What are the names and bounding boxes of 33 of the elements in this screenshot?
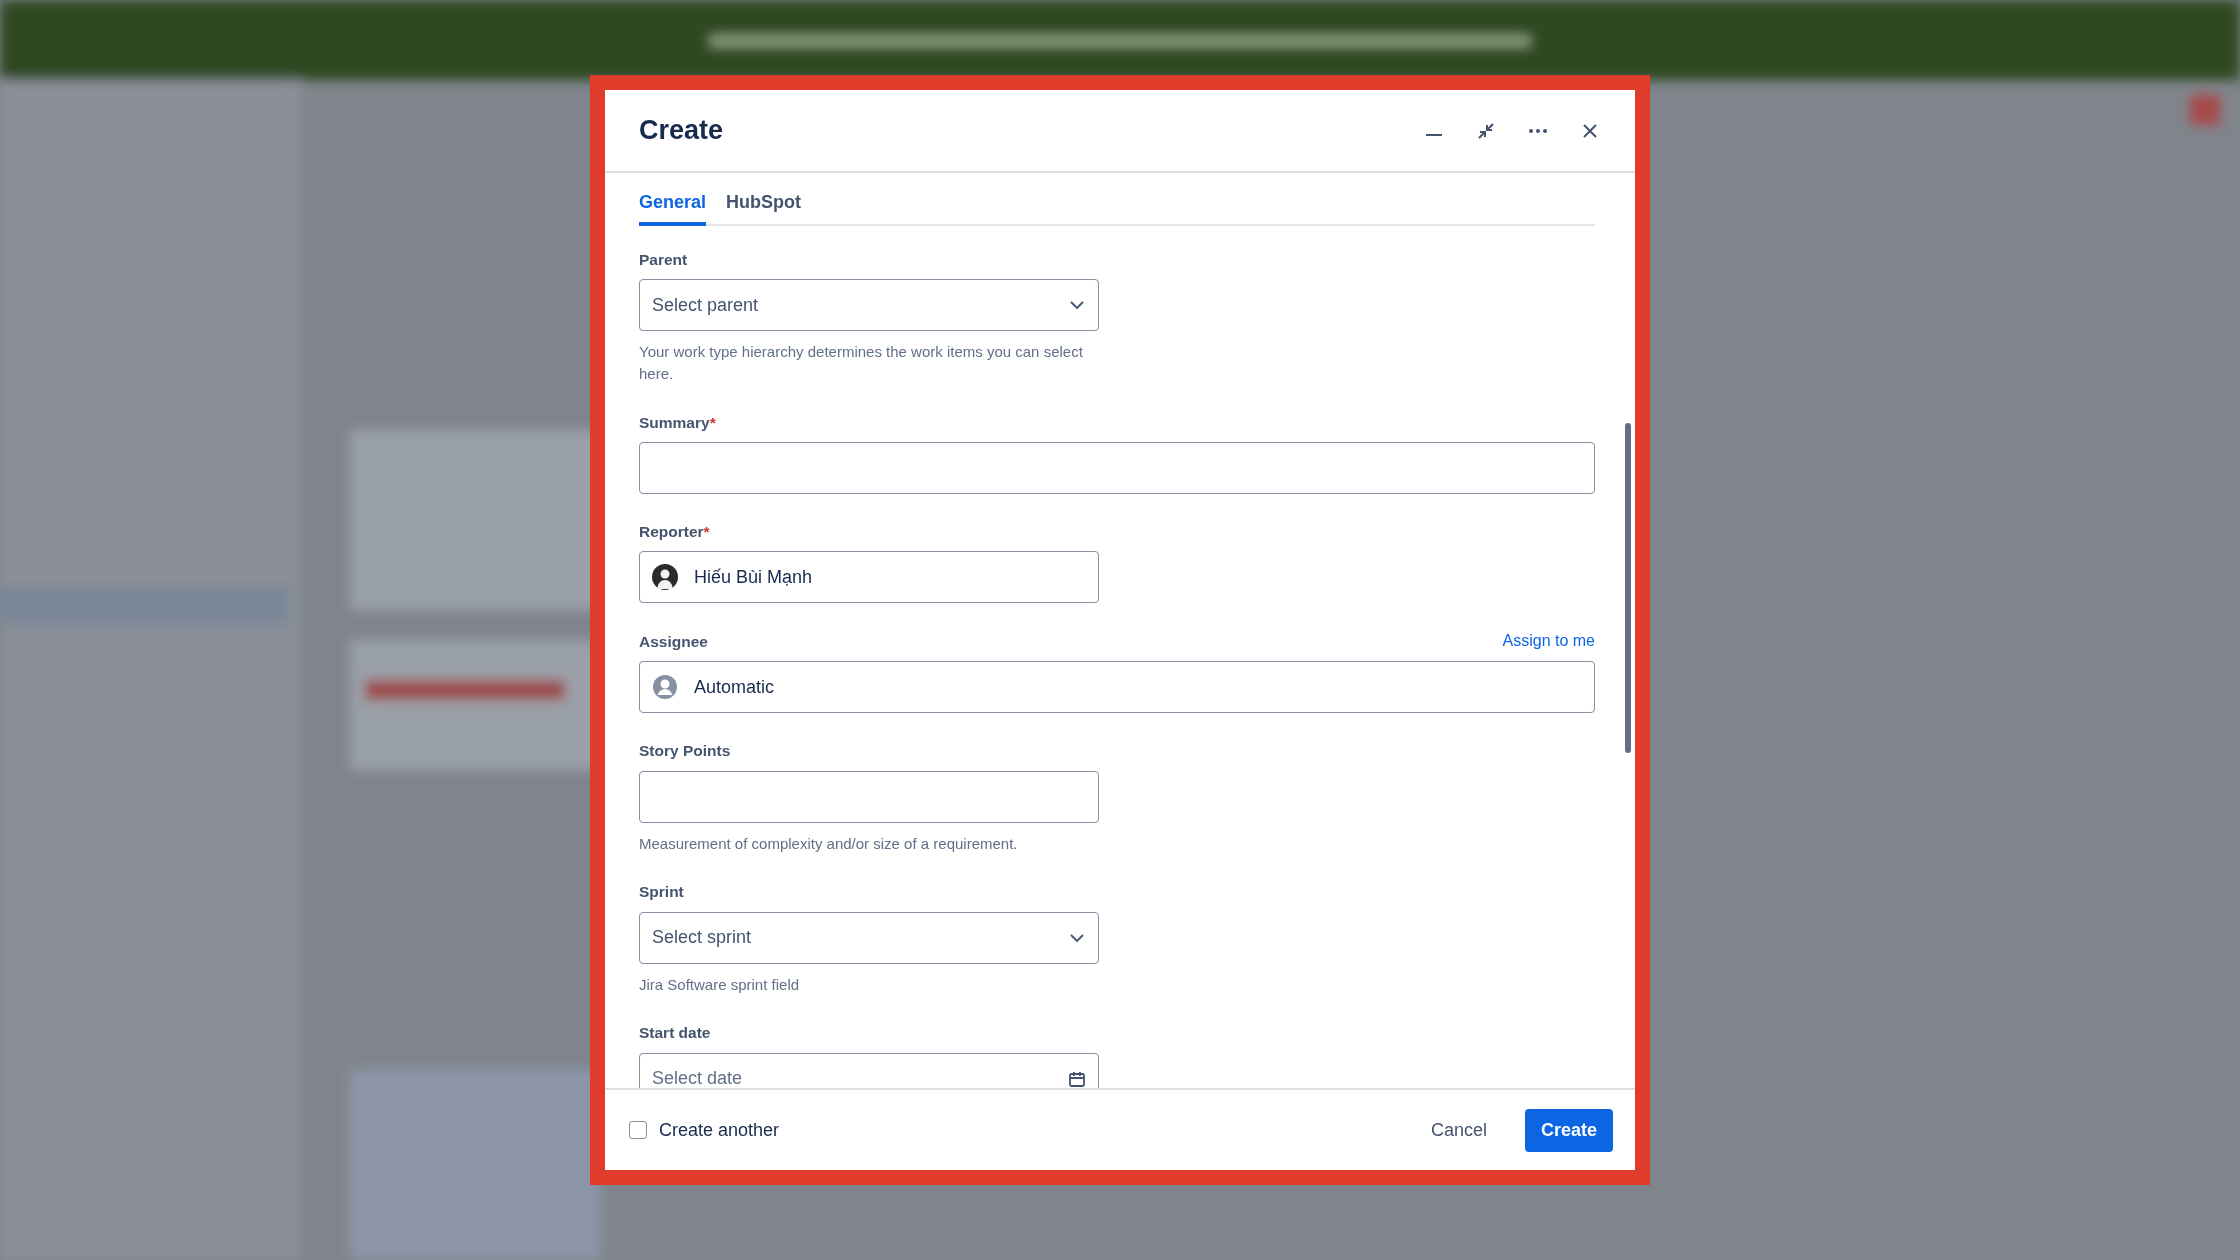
scrollbar-thumb[interactable] xyxy=(1625,423,1631,753)
create-button[interactable]: Create xyxy=(1524,1108,1613,1152)
field-label: Sprint xyxy=(639,882,684,903)
checkbox-label: Create another xyxy=(659,1118,780,1142)
input-field[interactable] xyxy=(639,442,1595,494)
calendar-icon xyxy=(1068,1069,1086,1088)
field-label: Reporter* xyxy=(639,522,710,542)
select-field[interactable]: Select sprint xyxy=(639,911,1099,964)
field-label: Summary* xyxy=(639,412,716,433)
checkbox[interactable] xyxy=(629,1121,647,1139)
field-label: Assignee xyxy=(639,632,708,652)
collapse-icon xyxy=(1478,122,1494,139)
help-text: Jira Software sprint field xyxy=(639,974,801,995)
user-picker-field[interactable]: Hiếu Bùi Mạnh xyxy=(639,551,1099,604)
help-text: Your work type hierarchy determines the work items you can select here. xyxy=(639,342,1084,384)
tab[interactable]: HubSpot xyxy=(726,187,802,226)
field-label: Start date xyxy=(639,1023,711,1044)
dialog-title: Create xyxy=(639,114,724,148)
field-label: Story Points xyxy=(639,741,731,762)
cancel-button[interactable]: Cancel xyxy=(1414,1108,1503,1152)
help-text: Measurement of complexity and/or size of a requirement. xyxy=(639,833,1019,854)
input-field[interactable] xyxy=(639,770,1099,823)
default-avatar-icon xyxy=(652,674,678,701)
field-label: Parent xyxy=(639,250,688,270)
minimize-icon xyxy=(1426,133,1442,136)
more-icon xyxy=(1529,128,1547,133)
assign-to-me-link[interactable]: Assign to me xyxy=(1502,629,1595,654)
close-icon xyxy=(1583,123,1597,138)
select-field[interactable]: Select parent xyxy=(639,279,1099,332)
avatar-icon xyxy=(652,564,678,591)
user-picker-field[interactable]: Automatic xyxy=(639,661,1595,714)
date-field[interactable]: Select date xyxy=(639,1052,1099,1088)
tab[interactable]: General xyxy=(639,187,707,226)
